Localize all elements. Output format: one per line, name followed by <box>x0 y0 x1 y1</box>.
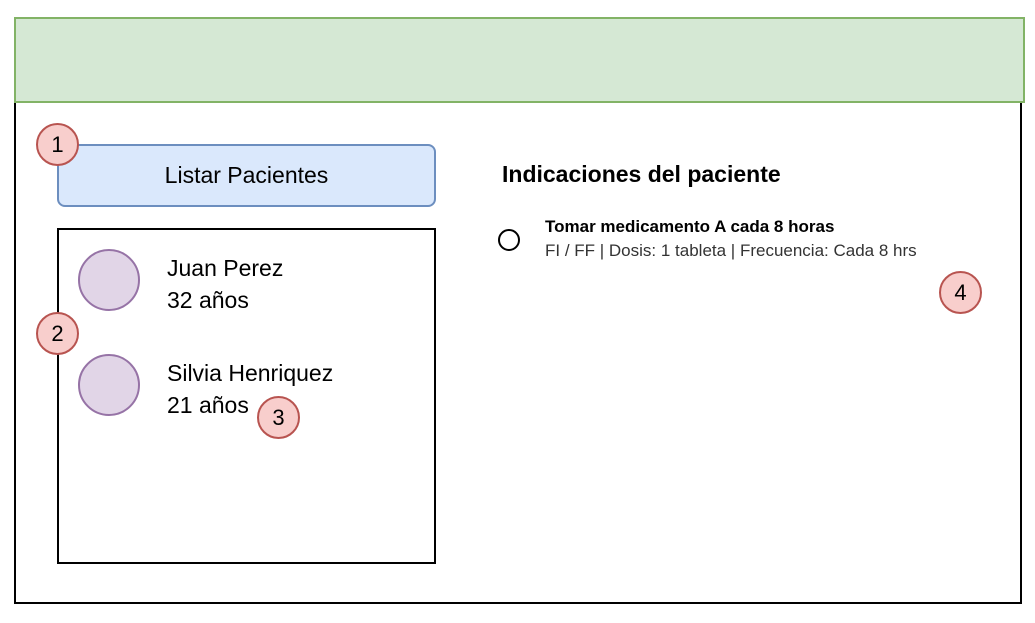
list-patients-button[interactable]: Listar Pacientes <box>57 144 436 207</box>
marker-2: 2 <box>36 312 79 355</box>
indication-detail: FI / FF | Dosis: 1 tableta | Frecuencia:… <box>545 241 917 260</box>
patient-name: Silvia Henriquez <box>167 360 334 386</box>
marker-3: 3 <box>257 396 300 439</box>
avatar <box>78 354 140 416</box>
patient-age: 21 años <box>167 392 249 418</box>
patient-name: Juan Perez <box>167 255 284 281</box>
indication-radio[interactable] <box>498 229 520 251</box>
patient-list: Juan Perez 32 años Silvia Henriquez 21 a… <box>57 228 436 564</box>
avatar <box>78 249 140 311</box>
indications-title: Indicaciones del paciente <box>502 161 781 187</box>
marker-4: 4 <box>939 271 982 314</box>
marker-1: 1 <box>36 123 79 166</box>
indication-title: Tomar medicamento A cada 8 horas <box>545 217 835 236</box>
header-bar <box>14 17 1025 103</box>
patient-age: 32 años <box>167 287 249 313</box>
